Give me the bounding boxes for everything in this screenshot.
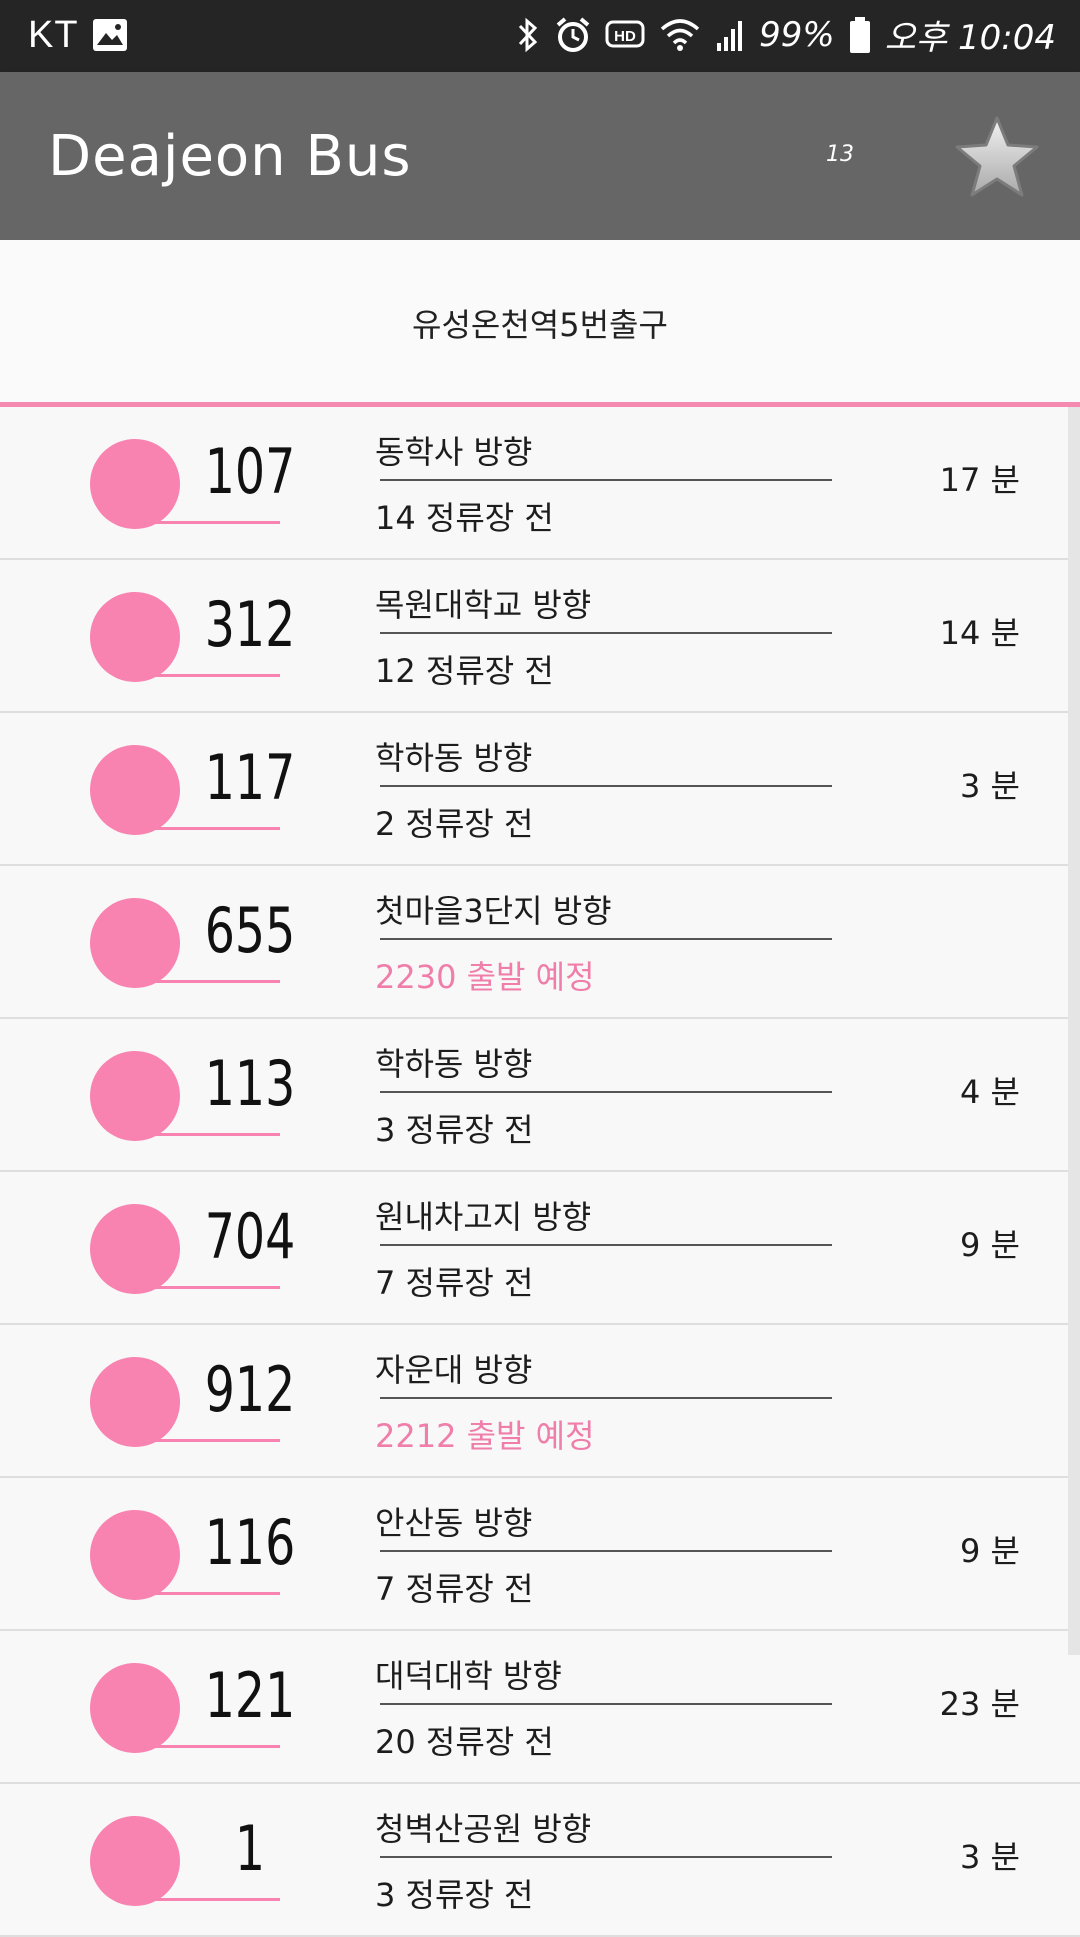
carrier-label: KT (28, 14, 79, 56)
row-divider (380, 785, 832, 787)
stops-away: 12 정류장 전 (375, 652, 554, 690)
battery-percent: 99% (759, 14, 835, 55)
bus-badge-underline (140, 1898, 280, 1901)
bus-row[interactable]: 117 학하동 방향 2 정류장 전 3 분 (0, 713, 1080, 866)
status-icons: HD 99% 오후 10:04 (515, 10, 1056, 59)
app-bar: Deajeon Bus 13 (0, 72, 1080, 240)
bus-direction: 청벽산공원 방향 (375, 1810, 592, 1848)
bus-badge-circle (90, 1663, 180, 1753)
arrival-time: 14 분 (939, 614, 1020, 652)
bus-row[interactable]: 121 대덕대학 방향 20 정류장 전 23 분 (0, 1631, 1080, 1784)
bus-badge-circle (90, 745, 180, 835)
bus-direction: 대덕대학 방향 (375, 1657, 562, 1695)
bus-direction: 학하동 방향 (375, 739, 533, 777)
stop-name: 유성온천역5번출구 (412, 306, 668, 344)
favorite-star-icon[interactable] (952, 112, 1042, 202)
bus-badge-circle (90, 592, 180, 682)
stops-away: 3 정류장 전 (375, 1111, 534, 1149)
bus-direction: 안산동 방향 (375, 1504, 533, 1542)
bus-badge-circle (90, 898, 180, 988)
bus-list[interactable]: 107 동학사 방향 14 정류장 전 17 분 312 목원대학교 방향 12… (0, 407, 1080, 1937)
bus-badge-underline (140, 980, 280, 983)
counter-label: 13 (826, 142, 854, 167)
row-divider (380, 479, 832, 481)
arrival-time: 3 분 (960, 1838, 1020, 1876)
departure-schedule: 2212 출발 예정 (375, 1417, 595, 1455)
row-divider (380, 1703, 832, 1705)
row-divider (380, 1856, 832, 1858)
bus-badge-underline (140, 1745, 280, 1748)
status-bar: KT HD 99% 오후 10:04 (0, 0, 1080, 72)
bus-badge-circle (90, 1357, 180, 1447)
row-divider (380, 1397, 832, 1399)
bus-direction: 학하동 방향 (375, 1045, 533, 1083)
bus-direction: 원내차고지 방향 (375, 1198, 592, 1236)
bus-number: 117 (204, 741, 296, 814)
alarm-icon (556, 16, 590, 52)
svg-text:HD: HD (614, 28, 636, 45)
arrival-time: 17 분 (939, 461, 1020, 499)
bus-number: 121 (204, 1659, 296, 1732)
bus-row[interactable]: 113 학하동 방향 3 정류장 전 4 분 (0, 1019, 1080, 1172)
bus-badge-circle (90, 1051, 180, 1141)
stops-away: 14 정류장 전 (375, 499, 554, 537)
bus-badge-underline (140, 521, 280, 524)
bus-badge-circle (90, 439, 180, 529)
bus-badge-underline (140, 1286, 280, 1289)
row-divider (380, 1244, 832, 1246)
clock: 오후 10:04 (884, 18, 1056, 58)
bus-direction: 동학사 방향 (375, 433, 533, 471)
bus-number: 107 (204, 435, 296, 508)
row-divider (380, 1091, 832, 1093)
bus-number: 912 (204, 1353, 296, 1426)
bus-row[interactable]: 1 청벽산공원 방향 3 정류장 전 3 분 (0, 1784, 1080, 1937)
bus-number: 312 (204, 588, 296, 661)
bus-number: 704 (204, 1200, 296, 1273)
bus-direction: 목원대학교 방향 (375, 586, 592, 624)
wifi-icon (660, 18, 700, 51)
bus-row[interactable]: 116 안산동 방향 7 정류장 전 9 분 (0, 1478, 1080, 1631)
stops-away: 7 정류장 전 (375, 1264, 534, 1302)
bus-number: 1 (234, 1812, 266, 1885)
stops-away: 3 정류장 전 (375, 1876, 534, 1914)
arrival-time: 9 분 (960, 1226, 1020, 1264)
image-notification-icon (93, 19, 127, 51)
bus-direction: 자운대 방향 (375, 1351, 533, 1389)
app-title: Deajeon Bus (48, 124, 412, 189)
stops-away: 20 정류장 전 (375, 1723, 554, 1761)
stops-away: 2 정류장 전 (375, 805, 534, 843)
bus-row[interactable]: 107 동학사 방향 14 정류장 전 17 분 (0, 407, 1080, 560)
bus-badge-underline (140, 1133, 280, 1136)
hd-voice-icon: HD (605, 20, 645, 47)
row-divider (380, 1550, 832, 1552)
arrival-time: 9 분 (960, 1532, 1020, 1570)
signal-icon (717, 20, 743, 51)
arrival-time: 3 분 (960, 767, 1020, 805)
battery-icon (849, 16, 870, 53)
bus-row[interactable]: 312 목원대학교 방향 12 정류장 전 14 분 (0, 560, 1080, 713)
row-divider (380, 938, 832, 940)
scrollbar[interactable] (1068, 407, 1080, 1655)
bus-row[interactable]: 912 자운대 방향 2212 출발 예정 (0, 1325, 1080, 1478)
bus-badge-underline (140, 827, 280, 830)
bus-row[interactable]: 704 원내차고지 방향 7 정류장 전 9 분 (0, 1172, 1080, 1325)
bus-number: 113 (204, 1047, 296, 1120)
stop-header: 유성온천역5번출구 (0, 240, 1080, 407)
bus-row[interactable]: 655 첫마을3단지 방향 2230 출발 예정 (0, 866, 1080, 1019)
bus-badge-circle (90, 1204, 180, 1294)
bus-direction: 첫마을3단지 방향 (375, 892, 612, 930)
row-divider (380, 632, 832, 634)
bluetooth-icon (518, 17, 538, 52)
arrival-time: 4 분 (960, 1073, 1020, 1111)
bus-badge-underline (140, 1439, 280, 1442)
bus-number: 655 (204, 894, 296, 967)
stops-away: 7 정류장 전 (375, 1570, 534, 1608)
bus-badge-circle (90, 1816, 180, 1906)
arrival-time: 23 분 (939, 1685, 1020, 1723)
bus-number: 116 (204, 1506, 296, 1579)
bus-badge-circle (90, 1510, 180, 1600)
departure-schedule: 2230 출발 예정 (375, 958, 595, 996)
bus-badge-underline (140, 1592, 280, 1595)
bus-badge-underline (140, 674, 280, 677)
